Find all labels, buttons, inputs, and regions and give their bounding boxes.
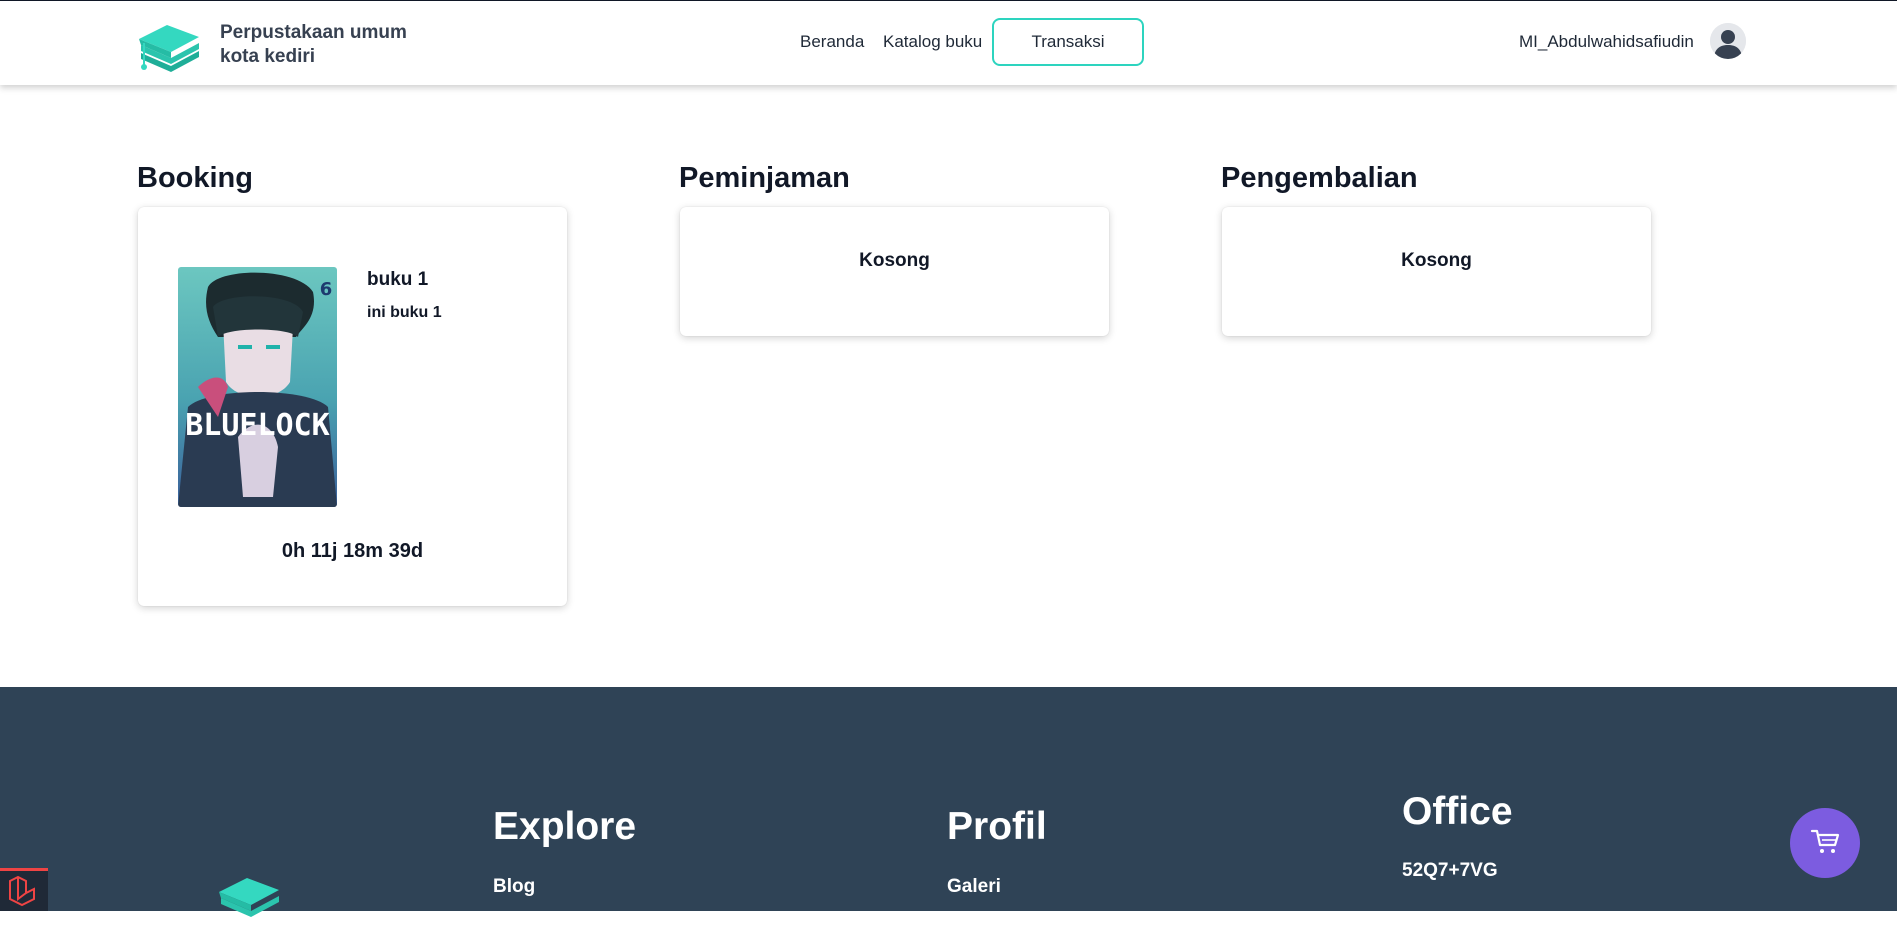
footer-link-galeri[interactable]: Galeri [947,876,1001,898]
brand-name[interactable]: Perpustakaan umum kota kediri [220,21,440,69]
book-description: ini buku 1 [367,304,442,321]
user-name[interactable]: MI_Abdulwahidsafiudin [1519,32,1694,52]
peminjaman-card: Kosong [680,207,1109,336]
booking-title: Booking [137,162,253,194]
pengembalian-card: Kosong [1222,207,1651,336]
cover-volume: 6 [320,279,333,300]
footer-explore-heading: Explore [493,805,637,848]
peminjaman-empty-label: Kosong [859,250,930,271]
book-title[interactable]: buku 1 [367,269,428,291]
footer-office-heading: Office [1402,790,1513,833]
nav-katalog-buku[interactable]: Katalog buku [883,32,982,52]
footer-logo-icon [217,870,283,920]
cart-button[interactable] [1790,808,1860,878]
peminjaman-title: Peminjaman [679,162,850,194]
booking-countdown: 0h 11j 18m 39d [281,540,424,562]
nav-transaksi[interactable]: Transaksi [992,18,1144,66]
pengembalian-empty-label: Kosong [1401,250,1472,271]
book-cover[interactable]: BLUELOCK 6 [178,267,337,507]
footer-profil-heading: Profil [947,805,1047,848]
library-logo-icon[interactable] [137,17,203,73]
nav-transaksi-label: Transaksi [1031,32,1105,51]
navbar: Perpustakaan umum kota kediri Beranda Ka… [0,1,1897,85]
cart-icon [1810,826,1840,861]
pengembalian-title: Pengembalian [1221,162,1418,194]
laravel-icon[interactable] [0,868,48,911]
footer-office-code: 52Q7+7VG [1402,860,1498,881]
footer: Explore Blog Profil Galeri Office 52Q7+7… [0,687,1897,917]
user-avatar-icon[interactable] [1710,23,1746,59]
cover-title: BLUELOCK [185,408,330,443]
nav-beranda[interactable]: Beranda [800,32,864,52]
booking-card: BLUELOCK 6 buku 1 ini buku 1 0h 11j 18m … [138,207,567,606]
footer-link-blog[interactable]: Blog [493,876,535,898]
